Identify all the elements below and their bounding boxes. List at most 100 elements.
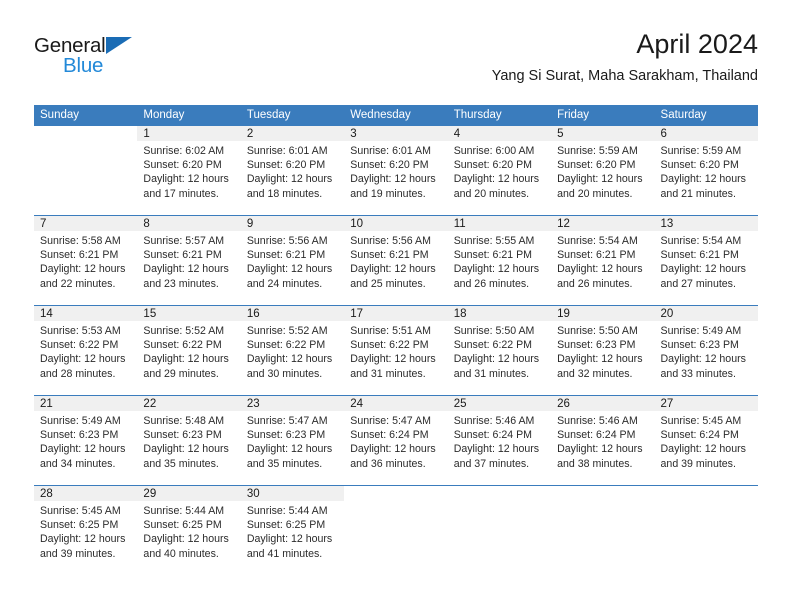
- daylight-text-line1: Daylight: 12 hours: [453, 263, 540, 276]
- day-cell: [447, 485, 552, 575]
- day-cell[interactable]: 10 Sunrise: 5:56 AM Sunset: 6:21 PM Dayl…: [344, 215, 448, 306]
- day-details: [551, 501, 654, 504]
- day-number: 2: [240, 126, 345, 141]
- sunset-text: Sunset: 6:20 PM: [143, 159, 222, 172]
- day-cell[interactable]: 25 Sunrise: 5:46 AM Sunset: 6:24 PM Dayl…: [447, 395, 552, 486]
- day-cell[interactable]: 29 Sunrise: 5:44 AM Sunset: 6:25 PM Dayl…: [137, 485, 241, 575]
- daylight-text-line2: and 18 minutes.: [246, 187, 323, 200]
- title-block: April 2024 Yang Si Surat, Maha Sarakham,…: [492, 28, 758, 86]
- daylight-text-line1: Daylight: 12 hours: [350, 263, 436, 276]
- sunrise-text: Sunrise: 5:48 AM: [143, 415, 225, 427]
- sunrise-text: Sunrise: 5:57 AM: [143, 235, 225, 247]
- day-cell[interactable]: 6 Sunrise: 5:59 AM Sunset: 6:20 PM Dayli…: [654, 126, 758, 216]
- day-cell[interactable]: 18 Sunrise: 5:50 AM Sunset: 6:22 PM Dayl…: [447, 305, 552, 396]
- day-number: 4: [447, 126, 552, 141]
- day-details: Sunrise: 5:56 AM Sunset: 6:21 PM Dayligh…: [344, 231, 447, 291]
- calendar-body: 1 Sunrise: 6:02 AM Sunset: 6:20 PM Dayli…: [34, 126, 758, 575]
- sunrise-text: Sunrise: 5:50 AM: [453, 325, 535, 337]
- day-details: Sunrise: 5:59 AM Sunset: 6:20 PM Dayligh…: [655, 141, 758, 201]
- daylight-text-line1: Daylight: 12 hours: [246, 443, 333, 456]
- day-cell[interactable]: 20 Sunrise: 5:49 AM Sunset: 6:23 PM Dayl…: [654, 305, 758, 396]
- day-cell[interactable]: 17 Sunrise: 5:51 AM Sunset: 6:22 PM Dayl…: [344, 305, 448, 396]
- day-cell[interactable]: 19 Sunrise: 5:50 AM Sunset: 6:23 PM Dayl…: [551, 305, 655, 396]
- day-details: Sunrise: 6:00 AM Sunset: 6:20 PM Dayligh…: [448, 141, 551, 201]
- day-cell[interactable]: 12 Sunrise: 5:54 AM Sunset: 6:21 PM Dayl…: [551, 215, 655, 306]
- daylight-text-line1: Daylight: 12 hours: [660, 353, 746, 366]
- daylight-text-line2: and 19 minutes.: [350, 187, 426, 200]
- calendar-table: Sunday Monday Tuesday Wednesday Thursday…: [34, 105, 758, 575]
- sunrise-text: Sunrise: 6:01 AM: [246, 145, 328, 157]
- sunrise-text: Sunrise: 5:55 AM: [453, 235, 535, 247]
- day-details: Sunrise: 5:57 AM Sunset: 6:21 PM Dayligh…: [137, 231, 240, 291]
- sunset-text: Sunset: 6:20 PM: [557, 159, 636, 172]
- day-number: 9: [240, 216, 345, 231]
- sunset-text: Sunset: 6:20 PM: [453, 159, 533, 172]
- daylight-text-line2: and 23 minutes.: [143, 277, 219, 290]
- day-cell[interactable]: 4 Sunrise: 6:00 AM Sunset: 6:20 PM Dayli…: [447, 126, 552, 216]
- daylight-text-line1: Daylight: 12 hours: [350, 173, 436, 186]
- day-cell[interactable]: 23 Sunrise: 5:47 AM Sunset: 6:23 PM Dayl…: [240, 395, 345, 486]
- day-cell[interactable]: 30 Sunrise: 5:44 AM Sunset: 6:25 PM Dayl…: [240, 485, 345, 575]
- sunrise-text: Sunrise: 5:50 AM: [557, 325, 638, 337]
- daylight-text-line2: and 30 minutes.: [246, 367, 323, 380]
- sunrise-text: Sunrise: 6:00 AM: [453, 145, 535, 157]
- daylight-text-line2: and 38 minutes.: [557, 457, 633, 470]
- daylight-text-line2: and 40 minutes.: [143, 547, 219, 560]
- day-details: Sunrise: 5:55 AM Sunset: 6:21 PM Dayligh…: [448, 231, 551, 291]
- day-cell[interactable]: 1 Sunrise: 6:02 AM Sunset: 6:20 PM Dayli…: [137, 126, 241, 216]
- daylight-text-line1: Daylight: 12 hours: [453, 353, 540, 366]
- daylight-text-line2: and 33 minutes.: [660, 367, 736, 380]
- day-cell[interactable]: 2 Sunrise: 6:01 AM Sunset: 6:20 PM Dayli…: [240, 126, 345, 216]
- sunset-text: Sunset: 6:24 PM: [660, 429, 739, 442]
- day-cell[interactable]: 22 Sunrise: 5:48 AM Sunset: 6:23 PM Dayl…: [137, 395, 241, 486]
- day-cell[interactable]: 27 Sunrise: 5:45 AM Sunset: 6:24 PM Dayl…: [654, 395, 758, 486]
- daylight-text-line1: Daylight: 12 hours: [246, 533, 333, 546]
- week-row: 28 Sunrise: 5:45 AM Sunset: 6:25 PM Dayl…: [34, 485, 758, 575]
- daylight-text-line1: Daylight: 12 hours: [40, 443, 126, 456]
- week-row: 7 Sunrise: 5:58 AM Sunset: 6:21 PM Dayli…: [34, 215, 758, 306]
- day-details: Sunrise: 5:44 AM Sunset: 6:25 PM Dayligh…: [137, 501, 240, 561]
- daylight-text-line1: Daylight: 12 hours: [557, 353, 643, 366]
- sunrise-text: Sunrise: 5:45 AM: [40, 505, 121, 517]
- day-number: 25: [447, 396, 552, 411]
- sunset-text: Sunset: 6:22 PM: [453, 339, 533, 352]
- day-details: Sunrise: 5:47 AM Sunset: 6:24 PM Dayligh…: [344, 411, 447, 471]
- daylight-text-line1: Daylight: 12 hours: [557, 173, 643, 186]
- page-title: April 2024: [636, 29, 758, 59]
- day-cell[interactable]: 8 Sunrise: 5:57 AM Sunset: 6:21 PM Dayli…: [137, 215, 241, 306]
- day-cell[interactable]: 11 Sunrise: 5:55 AM Sunset: 6:21 PM Dayl…: [447, 215, 552, 306]
- day-cell[interactable]: 3 Sunrise: 6:01 AM Sunset: 6:20 PM Dayli…: [344, 126, 448, 216]
- day-cell: [34, 126, 138, 216]
- day-cell[interactable]: 26 Sunrise: 5:46 AM Sunset: 6:24 PM Dayl…: [551, 395, 655, 486]
- day-cell[interactable]: 28 Sunrise: 5:45 AM Sunset: 6:25 PM Dayl…: [34, 485, 138, 575]
- sunset-text: Sunset: 6:23 PM: [660, 339, 739, 352]
- day-cell[interactable]: 24 Sunrise: 5:47 AM Sunset: 6:24 PM Dayl…: [344, 395, 448, 486]
- day-cell[interactable]: 16 Sunrise: 5:52 AM Sunset: 6:22 PM Dayl…: [240, 305, 345, 396]
- day-cell[interactable]: 7 Sunrise: 5:58 AM Sunset: 6:21 PM Dayli…: [34, 215, 138, 306]
- sunset-text: Sunset: 6:23 PM: [246, 429, 326, 442]
- day-cell[interactable]: 9 Sunrise: 5:56 AM Sunset: 6:21 PM Dayli…: [240, 215, 345, 306]
- day-cell[interactable]: 21 Sunrise: 5:49 AM Sunset: 6:23 PM Dayl…: [34, 395, 138, 486]
- general-blue-logo: General Blue: [34, 34, 214, 84]
- day-cell[interactable]: 13 Sunrise: 5:54 AM Sunset: 6:21 PM Dayl…: [654, 215, 758, 306]
- day-cell: [654, 485, 758, 575]
- daylight-text-line1: Daylight: 12 hours: [660, 173, 746, 186]
- daylight-text-line2: and 21 minutes.: [660, 187, 736, 200]
- sunrise-text: Sunrise: 5:46 AM: [453, 415, 535, 427]
- day-cell[interactable]: 5 Sunrise: 5:59 AM Sunset: 6:20 PM Dayli…: [551, 126, 655, 216]
- week-row: 1 Sunrise: 6:02 AM Sunset: 6:20 PM Dayli…: [34, 126, 758, 216]
- sunrise-text: Sunrise: 5:51 AM: [350, 325, 431, 337]
- day-cell[interactable]: 15 Sunrise: 5:52 AM Sunset: 6:22 PM Dayl…: [137, 305, 241, 396]
- daylight-text-line2: and 32 minutes.: [557, 367, 633, 380]
- daylight-text-line2: and 35 minutes.: [143, 457, 219, 470]
- day-details: Sunrise: 5:49 AM Sunset: 6:23 PM Dayligh…: [34, 411, 137, 471]
- day-cell[interactable]: 14 Sunrise: 5:53 AM Sunset: 6:22 PM Dayl…: [34, 305, 138, 396]
- weekday-header-monday: Monday: [137, 105, 241, 126]
- daylight-text-line2: and 26 minutes.: [453, 277, 530, 290]
- sunset-text: Sunset: 6:22 PM: [40, 339, 119, 352]
- sunrise-text: Sunrise: 5:59 AM: [660, 145, 742, 157]
- daylight-text-line1: Daylight: 12 hours: [246, 263, 333, 276]
- day-cell: [551, 485, 655, 575]
- daylight-text-line2: and 35 minutes.: [246, 457, 323, 470]
- day-number: [344, 486, 448, 501]
